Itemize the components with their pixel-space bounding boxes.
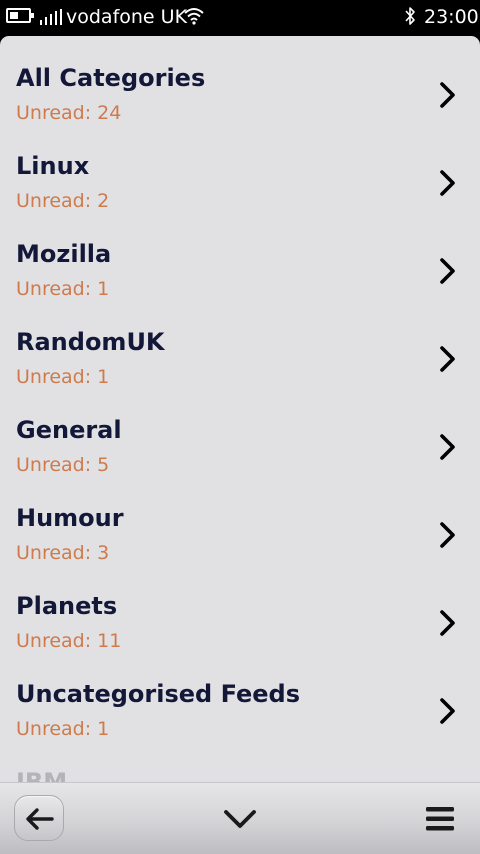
chevron-right-icon bbox=[440, 346, 455, 372]
chevron-right-icon bbox=[440, 82, 455, 108]
chevron-right-icon bbox=[440, 522, 455, 548]
category-item-uncategorised-feeds[interactable]: Uncategorised Feeds Unread: 1 bbox=[0, 652, 480, 740]
bottom-toolbar bbox=[0, 782, 480, 854]
wifi-icon bbox=[184, 8, 204, 25]
unread-count: Unread: 1 bbox=[16, 366, 110, 388]
unread-count: Unread: 1 bbox=[16, 278, 110, 300]
unread-count: Unread: 2 bbox=[16, 190, 110, 212]
category-item-humour[interactable]: Humour Unread: 3 bbox=[0, 476, 480, 564]
signal-icon bbox=[40, 9, 62, 25]
unread-count: Unread: 3 bbox=[16, 542, 110, 564]
battery-icon bbox=[6, 8, 34, 23]
category-title: IBM bbox=[16, 768, 68, 782]
back-button[interactable] bbox=[14, 795, 64, 841]
category-item-planets[interactable]: Planets Unread: 11 bbox=[0, 564, 480, 652]
category-item-randomuk[interactable]: RandomUK Unread: 1 bbox=[0, 300, 480, 388]
unread-count: Unread: 5 bbox=[16, 454, 110, 476]
category-title: Mozilla bbox=[16, 240, 112, 268]
category-item-mozilla[interactable]: Mozilla Unread: 1 bbox=[0, 212, 480, 300]
category-title: Linux bbox=[16, 152, 90, 180]
clock: 23:00 bbox=[424, 6, 479, 28]
chevron-down-icon[interactable] bbox=[222, 807, 258, 831]
chevron-right-icon bbox=[440, 610, 455, 636]
back-arrow-icon bbox=[26, 808, 54, 830]
category-title: Humour bbox=[16, 504, 124, 532]
chevron-right-icon bbox=[440, 258, 455, 284]
menu-icon[interactable] bbox=[424, 805, 456, 833]
category-item-all-categories[interactable]: All Categories Unread: 24 bbox=[0, 36, 480, 124]
category-title: Uncategorised Feeds bbox=[16, 680, 301, 708]
carrier-name: vodafone UK bbox=[66, 6, 188, 28]
category-item-general[interactable]: General Unread: 5 bbox=[0, 388, 480, 476]
unread-count: Unread: 11 bbox=[16, 630, 122, 652]
unread-count: Unread: 1 bbox=[16, 718, 110, 740]
screen: vodafone UK 23:00 All Categories Unread:… bbox=[0, 0, 480, 854]
bluetooth-icon bbox=[405, 7, 415, 25]
category-title: All Categories bbox=[16, 64, 206, 92]
category-title: RandomUK bbox=[16, 328, 165, 356]
status-bar: vodafone UK 23:00 bbox=[0, 0, 480, 36]
chevron-right-icon bbox=[440, 434, 455, 460]
category-item-ibm[interactable]: IBM bbox=[0, 740, 480, 782]
category-item-linux[interactable]: Linux Unread: 2 bbox=[0, 124, 480, 212]
category-list: All Categories Unread: 24 Linux Unread: … bbox=[0, 36, 480, 782]
unread-count: Unread: 24 bbox=[16, 102, 122, 124]
chevron-right-icon bbox=[440, 698, 455, 724]
category-title: General bbox=[16, 416, 122, 444]
category-title: Planets bbox=[16, 592, 118, 620]
chevron-right-icon bbox=[440, 170, 455, 196]
